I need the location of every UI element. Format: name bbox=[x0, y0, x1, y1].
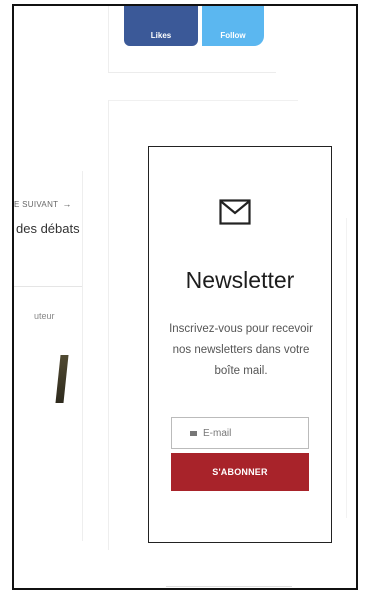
email-input[interactable] bbox=[203, 427, 303, 439]
twitter-follow-button[interactable]: Follow bbox=[202, 6, 264, 46]
envelope-icon bbox=[219, 199, 251, 225]
subscribe-button[interactable]: S'ABONNER bbox=[171, 453, 309, 491]
mail-icon bbox=[190, 430, 197, 436]
social-card: Likes Follow bbox=[108, 6, 276, 73]
newsletter-title: Newsletter bbox=[185, 267, 295, 293]
author-box: uteur bbox=[14, 286, 82, 537]
facebook-likes-button[interactable]: Likes bbox=[124, 6, 198, 46]
author-image bbox=[55, 355, 69, 403]
next-article-label: E SUIVANT bbox=[14, 200, 59, 209]
email-field[interactable] bbox=[171, 417, 309, 449]
divider bbox=[108, 100, 298, 101]
divider bbox=[108, 6, 109, 72]
author-label: uteur bbox=[34, 311, 55, 321]
newsletter-widget: Newsletter Inscrivez-vous pour recevoir … bbox=[148, 146, 332, 543]
divider bbox=[82, 171, 83, 541]
newsletter-description: Inscrivez-vous pour recevoir nos newslet… bbox=[169, 323, 313, 377]
divider bbox=[346, 218, 347, 518]
divider bbox=[166, 586, 292, 587]
arrow-right-icon: → bbox=[62, 199, 72, 209]
next-article-title[interactable]: des débats bbox=[16, 221, 80, 236]
viewport-frame: E SUIVANT → des débats uteur Likes Follow… bbox=[12, 4, 358, 590]
divider bbox=[108, 100, 109, 550]
left-column: E SUIVANT → des débats uteur bbox=[14, 6, 84, 588]
next-article-link[interactable]: E SUIVANT → bbox=[14, 199, 72, 209]
